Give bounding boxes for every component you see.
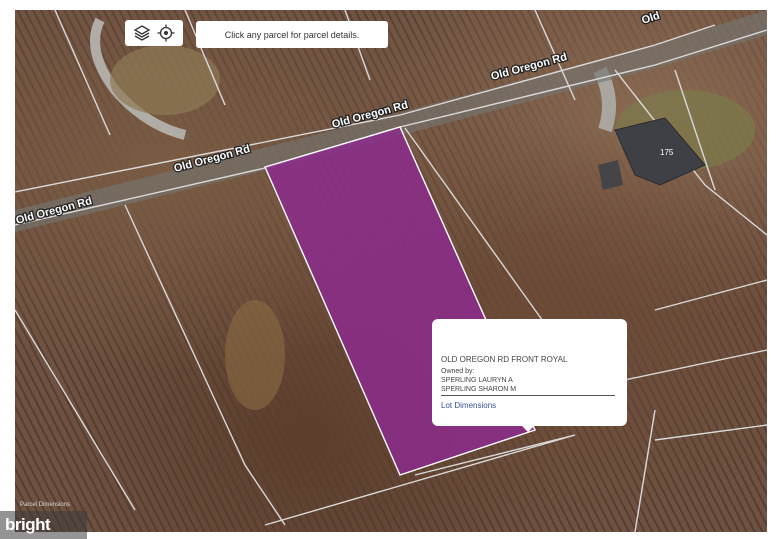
garage-roof [598,160,623,190]
hint-text: Click any parcel for parcel details. [224,29,360,40]
layers-button[interactable] [131,22,153,44]
logo-text: bright [5,515,51,534]
map-view[interactable]: 175 Old Oregon Rd Old Oregon Rd Old Oreg… [15,10,767,532]
hint-banner: Click any parcel for parcel details. [196,21,388,48]
bright-logo: bright [0,511,87,539]
house-number: 175 [660,148,674,157]
lot-dimensions-link[interactable]: Lot Dimensions [441,401,615,410]
owner-name: SPERLING SHARON M [441,386,517,393]
owned-by-label: Owned by: [441,368,475,375]
owner-name: SPERLING LAURYN A [441,377,513,384]
layers-icon [133,25,151,41]
locate-button[interactable] [155,22,177,44]
road-label: Old [640,10,661,27]
map-canvas[interactable]: 175 Old Oregon Rd Old Oregon Rd Old Oreg… [15,10,767,532]
clearing [225,300,285,410]
parcel-popup: OLD OREGON RD FRONT ROYAL Owned by: SPER… [432,319,627,432]
map-attribution: Parcel Dimensions [20,502,71,508]
crosshair-icon [157,24,175,42]
parcel-address: OLD OREGON RD FRONT ROYAL [441,355,568,364]
divider [441,395,615,396]
map-toolbar [125,20,183,46]
